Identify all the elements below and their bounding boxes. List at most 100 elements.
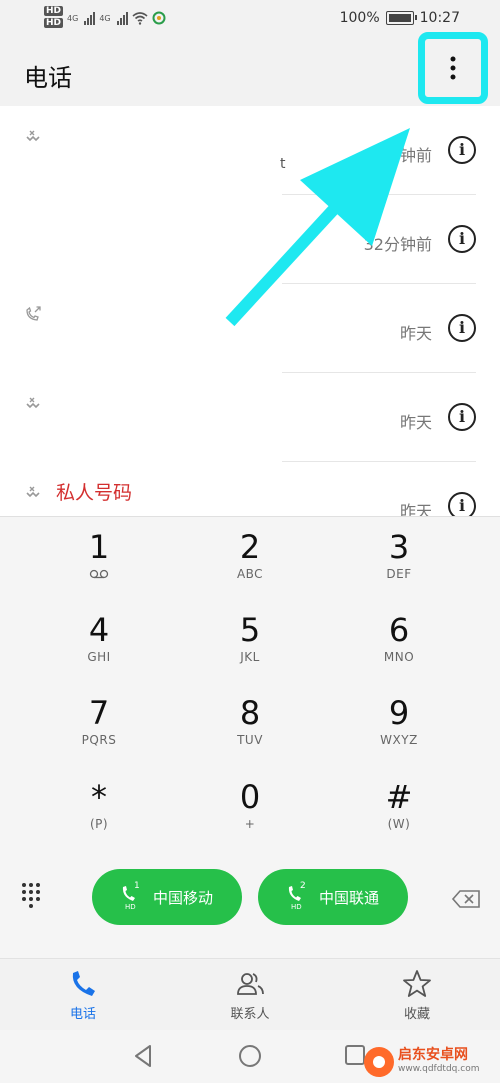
missed-call-icon <box>26 397 40 409</box>
dialpad-key-2[interactable]: 2 ABC <box>190 517 310 597</box>
key-digit: 6 <box>388 611 410 649</box>
key-digit: 2 <box>239 528 261 566</box>
missed-call-icon <box>26 130 40 142</box>
voicemail-icon <box>89 569 109 579</box>
key-digit: 0 <box>239 778 261 816</box>
dialpad-key-star[interactable]: * (P) <box>39 767 159 847</box>
hd-badges: HD HD <box>44 6 64 30</box>
key-digit: 8 <box>239 694 261 732</box>
star-icon <box>403 970 431 997</box>
dialpad-key-5[interactable]: 5 JKL <box>190 600 310 680</box>
key-digit: # <box>385 778 413 816</box>
sim1-number: 1 <box>133 881 140 891</box>
signal-2-icon <box>116 11 128 25</box>
wifi-icon <box>132 12 148 25</box>
sim2-hd: HD <box>290 903 302 911</box>
key-digit: 5 <box>239 611 261 649</box>
battery-percent: 100% <box>339 10 380 26</box>
more-options-button[interactable] <box>418 32 488 104</box>
contacts-icon <box>237 973 264 995</box>
key-letters: + <box>244 817 256 831</box>
call-log-row[interactable]: 昨天 i <box>0 373 500 462</box>
sim2-label: 中国联通 <box>318 888 379 907</box>
info-button[interactable]: i <box>448 492 476 516</box>
carrier-logo-icon <box>152 11 166 25</box>
phone-sim1-icon: 1 HD <box>121 881 143 911</box>
watermark-name: 启东安卓网 <box>398 1047 468 1063</box>
sim1-label: 中国移动 <box>152 888 213 907</box>
info-button[interactable]: i <box>448 314 476 342</box>
call-log-fragment: t <box>280 156 286 172</box>
call-log-time: 昨天 <box>399 324 432 343</box>
tab-phone[interactable]: 电话 <box>28 959 138 1031</box>
home-icon[interactable] <box>238 1044 262 1068</box>
key-digit: 1 <box>88 528 110 566</box>
key-letters: TUV <box>237 733 263 747</box>
call-log-row[interactable]: 私人号码 昨天 i <box>0 462 500 516</box>
tab-phone-label: 电话 <box>69 1007 96 1022</box>
sim2-number: 2 <box>299 881 306 891</box>
dialpad-key-9[interactable]: 9 WXYZ <box>339 683 459 763</box>
dialpad-key-6[interactable]: 6 MNO <box>339 600 459 680</box>
call-log-time: 32分钟前 <box>363 235 432 254</box>
watermark: 启东安卓网 www.qdfdtdq.com <box>364 1045 494 1079</box>
info-button[interactable]: i <box>448 136 476 164</box>
dialpad-key-3[interactable]: 3 DEF <box>339 517 459 597</box>
more-vertical-icon <box>450 53 456 84</box>
key-letters: JKL <box>240 650 260 664</box>
hd-badge-2: HD <box>44 18 64 28</box>
status-left: HD HD 4G 4G <box>44 6 166 30</box>
dialpad: 1 2 ABC 3 DEF 4 GHI 5 JKL 6 MNO 7 PQRS 8… <box>0 516 500 959</box>
page-title: 电话 <box>24 64 72 92</box>
key-digit: 9 <box>388 694 410 732</box>
call-log-row[interactable]: 32分钟前 i <box>0 195 500 284</box>
battery-icon <box>385 11 417 25</box>
hd-badge-1: HD <box>44 6 64 16</box>
network-2-label: 4G <box>99 13 111 23</box>
watermark-logo-icon <box>364 1047 394 1077</box>
key-digit: 4 <box>88 611 110 649</box>
outgoing-call-icon <box>26 306 41 321</box>
dialpad-toggle-icon[interactable] <box>22 883 44 911</box>
call-sim2-button[interactable]: 2 HD 中国联通 <box>258 869 408 925</box>
system-nav-bar: 启东安卓网 www.qdfdtdq.com <box>0 1030 500 1083</box>
signal-1-icon <box>84 11 96 25</box>
call-sim1-button[interactable]: 1 HD 中国移动 <box>92 869 242 925</box>
call-log-row[interactable]: 昨天 i <box>0 284 500 373</box>
info-button[interactable]: i <box>448 225 476 253</box>
phone-sim2-icon: 2 HD <box>287 881 309 911</box>
tab-favorites-label: 收藏 <box>403 1007 430 1022</box>
tab-contacts[interactable]: 联系人 <box>195 959 305 1031</box>
dialpad-key-8[interactable]: 8 TUV <box>190 683 310 763</box>
dialpad-key-hash[interactable]: # (W) <box>339 767 459 847</box>
back-icon[interactable] <box>132 1044 154 1068</box>
dialpad-key-0[interactable]: 0 + <box>190 767 310 847</box>
key-letters: (P) <box>89 817 109 831</box>
key-letters: (W) <box>387 817 411 831</box>
dialpad-key-1[interactable]: 1 <box>39 517 159 597</box>
bottom-nav: 电话 联系人 收藏 <box>0 958 500 1031</box>
missed-call-icon <box>26 486 40 498</box>
recents-icon[interactable] <box>344 1044 366 1066</box>
call-log-time: 23分钟前 <box>363 146 432 165</box>
key-letters: MNO <box>383 650 415 664</box>
key-letters: ABC <box>236 567 264 581</box>
dialpad-key-4[interactable]: 4 GHI <box>39 600 159 680</box>
call-log-list[interactable]: t 23分钟前 i 32分钟前 i 昨天 i 昨天 i 私人号码 昨天 i <box>0 106 500 516</box>
key-letters: WXYZ <box>380 733 418 747</box>
sim1-hd: HD <box>124 903 136 911</box>
tab-favorites[interactable]: 收藏 <box>362 959 472 1031</box>
key-digit: 3 <box>388 528 410 566</box>
call-log-row[interactable]: t 23分钟前 i <box>0 106 500 195</box>
call-log-name: 私人号码 <box>56 482 133 504</box>
dialpad-key-7[interactable]: 7 PQRS <box>39 683 159 763</box>
watermark-text: 启东安卓网 www.qdfdtdq.com <box>398 1048 479 1076</box>
key-letters: PQRS <box>81 733 117 747</box>
key-letters: DEF <box>386 567 412 581</box>
call-log-time: 昨天 <box>399 502 432 516</box>
watermark-url: www.qdfdtdq.com <box>398 1064 480 1074</box>
info-button[interactable]: i <box>448 403 476 431</box>
backspace-icon[interactable] <box>451 889 481 909</box>
network-1-label: 4G <box>67 13 79 23</box>
key-digit: 7 <box>88 694 110 732</box>
